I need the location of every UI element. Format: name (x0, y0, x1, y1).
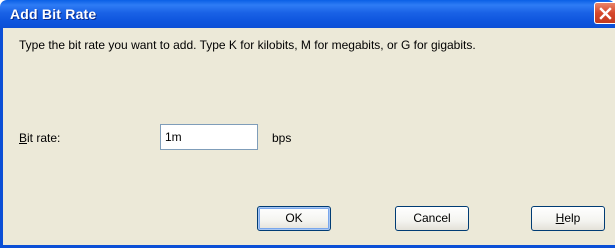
bit-rate-accelerator: B (19, 131, 28, 145)
dialog-window: Add Bit Rate Type the bit rate you want … (0, 0, 615, 248)
close-button[interactable] (594, 2, 615, 24)
help-button[interactable]: Help (531, 206, 605, 231)
cancel-button[interactable]: Cancel (395, 206, 469, 231)
instructions-text: Type the bit rate you want to add. Type … (19, 38, 476, 52)
bit-rate-label: Bit rate: (19, 131, 60, 145)
window-title: Add Bit Rate (10, 6, 97, 22)
bps-unit-label: bps (272, 131, 292, 145)
bit-rate-label-text: it rate: (27, 131, 61, 145)
help-label-text: elp (564, 211, 581, 225)
title-bar[interactable]: Add Bit Rate (0, 0, 615, 28)
ok-button[interactable]: OK (257, 206, 331, 231)
bit-rate-input[interactable] (160, 124, 258, 150)
